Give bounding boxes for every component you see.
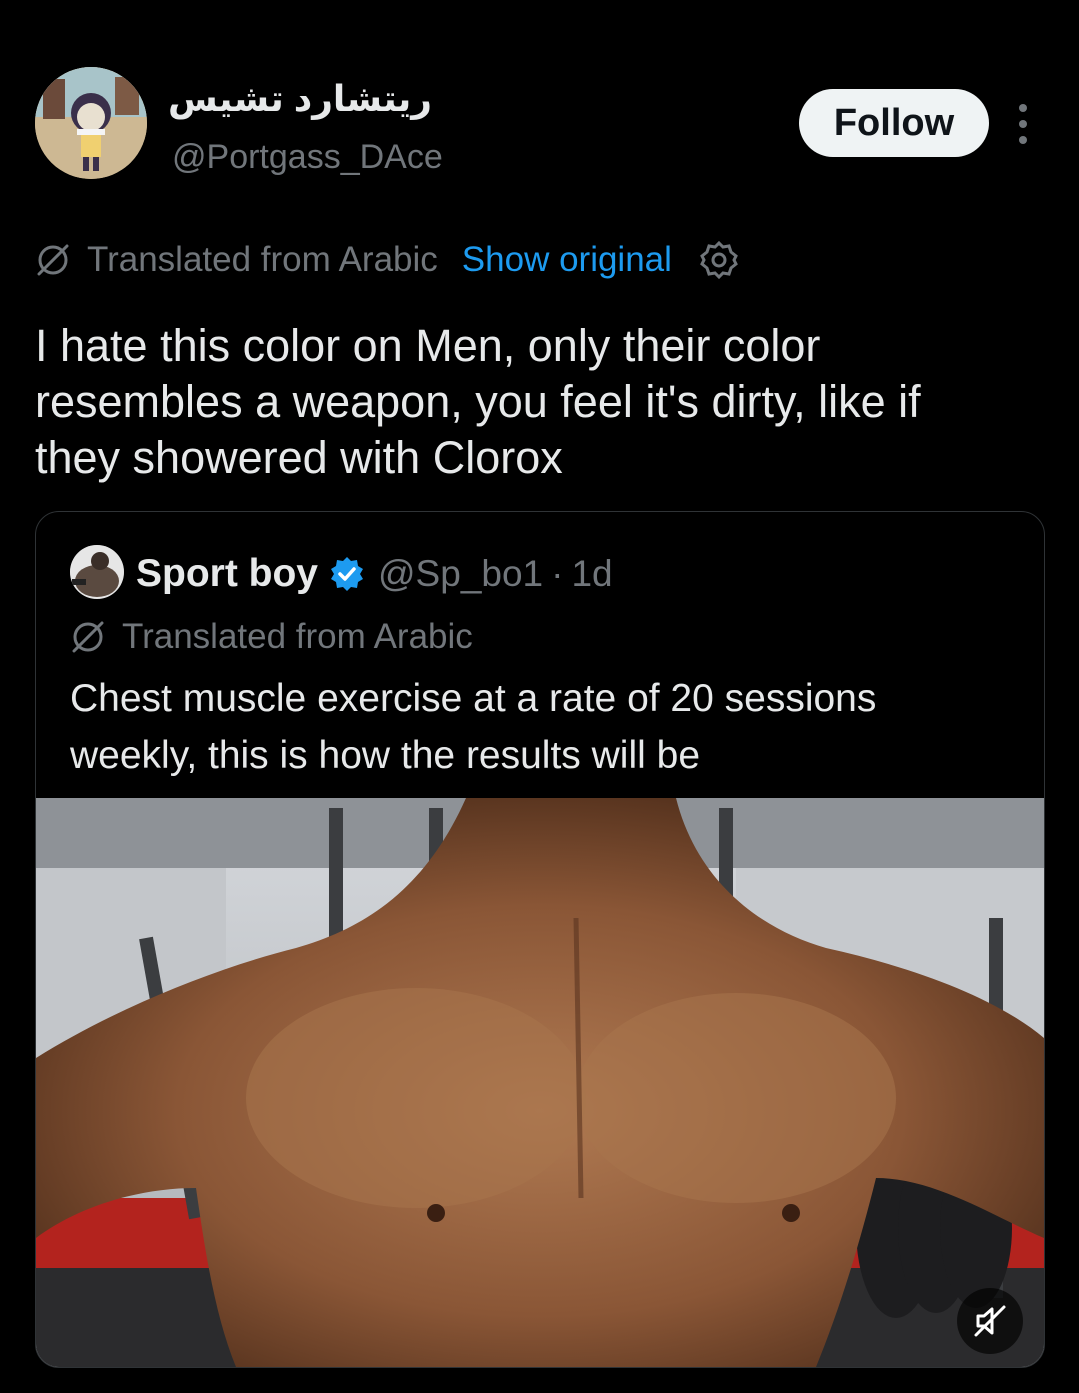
verified-badge-icon: [331, 557, 363, 591]
translate-icon: [37, 244, 69, 276]
tweet-text: I hate this color on Men, only their col…: [35, 318, 1045, 486]
muted-speaker-icon: [974, 1305, 1006, 1337]
separator-dot: ·: [551, 553, 564, 594]
author-avatar[interactable]: [35, 67, 147, 179]
more-dot: [1019, 120, 1027, 128]
quote-author-name[interactable]: Sport boy: [136, 552, 318, 596]
translated-label: Translated from Arabic: [87, 240, 438, 279]
translate-icon: [72, 621, 104, 653]
mute-toggle-button[interactable]: [957, 1288, 1023, 1354]
quote-text-line: Chest muscle exercise at a rate of 20 se…: [70, 677, 877, 720]
tweet-text-line: resembles a weapon, you feel it's dirty,…: [35, 376, 921, 427]
more-options-icon[interactable]: [1006, 104, 1040, 144]
avatar-image: [35, 67, 147, 179]
author-display-name[interactable]: ريتشارد تشيس: [168, 78, 432, 120]
quote-text: Chest muscle exercise at a rate of 20 se…: [70, 670, 1030, 784]
more-dot: [1019, 136, 1027, 144]
quote-header: Sport boy @Sp_bo1 · 1d: [136, 550, 613, 598]
quote-author-handle[interactable]: @Sp_bo1: [378, 553, 543, 595]
tweet-text-line: I hate this color on Men, only their col…: [35, 320, 821, 371]
more-dot: [1019, 104, 1027, 112]
quote-translated-label: Translated from Arabic: [122, 617, 473, 656]
translation-row: Translated from Arabic Show original: [35, 238, 740, 282]
video-thumbnail: [36, 798, 1044, 1367]
gear-icon[interactable]: [698, 239, 740, 281]
quote-text-line: weekly, this is how the results will be: [70, 734, 701, 777]
quote-timestamp[interactable]: 1d: [571, 553, 612, 595]
show-original-link[interactable]: Show original: [462, 240, 672, 280]
tweet-text-line: they showered with Clorox: [35, 432, 563, 483]
quote-video-media[interactable]: [36, 798, 1044, 1367]
follow-button[interactable]: Follow: [799, 89, 989, 157]
quote-avatar-image: [70, 545, 124, 599]
tweet-page: ريتشارد تشيس @Portgass_DAce Follow Trans…: [0, 0, 1079, 1393]
quote-translation-row: Translated from Arabic: [70, 615, 473, 659]
author-handle[interactable]: @Portgass_DAce: [172, 138, 443, 177]
quoted-tweet-card[interactable]: Sport boy @Sp_bo1 · 1d Translated from A…: [35, 511, 1045, 1368]
quote-author-avatar[interactable]: [70, 545, 124, 599]
